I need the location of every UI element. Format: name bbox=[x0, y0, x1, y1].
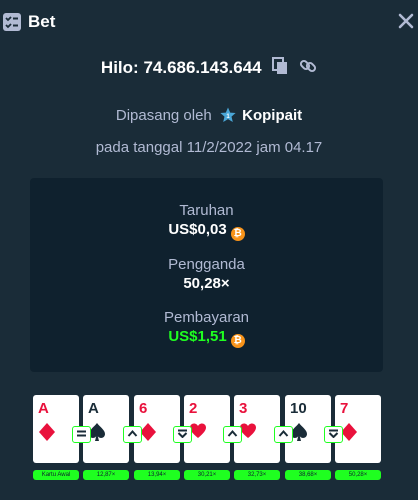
card-multiplier-badge: 32,73× bbox=[234, 470, 280, 480]
modal-title: Bet bbox=[28, 12, 56, 31]
bet-slip-icon bbox=[3, 13, 21, 31]
bet-modal: Bet Hilo: 74.686.143.644 Dipasang oleh 1… bbox=[0, 0, 418, 500]
guess-lower-icon bbox=[173, 426, 192, 443]
multiplier-value: 50,28× bbox=[183, 275, 230, 292]
wager-value: US$0,03 bbox=[168, 221, 227, 238]
payout-stat: Pembayaran US$1,51 ₿ bbox=[30, 309, 383, 348]
history-card: 7 50,28× bbox=[324, 395, 381, 481]
vip-star-icon: 1 bbox=[220, 107, 236, 127]
card-multiplier-badge: 38,68× bbox=[285, 470, 331, 480]
card-rank: A bbox=[88, 400, 99, 417]
payout-value-row: US$1,51 ₿ bbox=[30, 327, 383, 348]
multiplier-stat: Pengganda 50,28× bbox=[30, 256, 383, 293]
payout-label: Pembayaran bbox=[163, 309, 250, 326]
card-rank: 3 bbox=[239, 400, 248, 417]
card-multiplier-badge: 30,21× bbox=[184, 470, 230, 480]
card-rank: 7 bbox=[340, 400, 349, 417]
diamond-suit-icon bbox=[38, 422, 56, 447]
bitcoin-icon: ₿ bbox=[230, 334, 245, 348]
copy-icon[interactable] bbox=[272, 57, 288, 80]
guess-higher-icon bbox=[223, 426, 242, 443]
card-rank: 10 bbox=[290, 400, 307, 417]
card-rank: 2 bbox=[189, 400, 198, 417]
card-multiplier-badge: Kartu Awal bbox=[33, 470, 79, 480]
card-multiplier-badge: 13,94× bbox=[134, 470, 180, 480]
bitcoin-icon: ₿ bbox=[230, 227, 245, 241]
bet-date: pada tanggal 11/2/2022 jam 04.17 bbox=[95, 139, 323, 156]
card-rank: A bbox=[38, 400, 49, 417]
wager-label: Taruhan bbox=[179, 202, 234, 219]
modal-header: Bet bbox=[0, 0, 418, 46]
guess-higher-icon bbox=[274, 426, 293, 443]
card-multiplier-badge: 12,87× bbox=[83, 470, 129, 480]
bet-id-row: Hilo: 74.686.143.644 bbox=[0, 57, 418, 81]
close-icon[interactable] bbox=[398, 13, 414, 29]
placed-by-row: Dipasang oleh 1 Kopipait bbox=[0, 107, 418, 127]
card-history: A Kartu Awal A 12,87× 6 13,94× 2 30,21× 3 32,73× 1… bbox=[30, 395, 383, 485]
username-link[interactable]: Kopipait bbox=[242, 107, 302, 124]
guess-equal-icon bbox=[72, 426, 91, 443]
bet-stats-panel: Taruhan US$0,03 ₿ Pengganda 50,28× Pembay… bbox=[30, 178, 383, 372]
wager-value-row: US$0,03 ₿ bbox=[30, 220, 383, 241]
game-name: Hilo: bbox=[100, 57, 139, 77]
bet-id: 74.686.143.644 bbox=[143, 57, 262, 77]
multiplier-label: Pengganda bbox=[168, 256, 245, 273]
card-rank: 6 bbox=[139, 400, 148, 417]
wager-stat: Taruhan US$0,03 ₿ bbox=[30, 202, 383, 241]
card-multiplier-badge: 50,28× bbox=[335, 470, 381, 480]
placed-by-label: Dipasang oleh bbox=[115, 107, 212, 124]
guess-higher-icon bbox=[123, 426, 142, 443]
guess-lower-icon bbox=[324, 426, 343, 443]
payout-value: US$1,51 bbox=[168, 328, 227, 345]
link-icon[interactable] bbox=[299, 57, 317, 80]
